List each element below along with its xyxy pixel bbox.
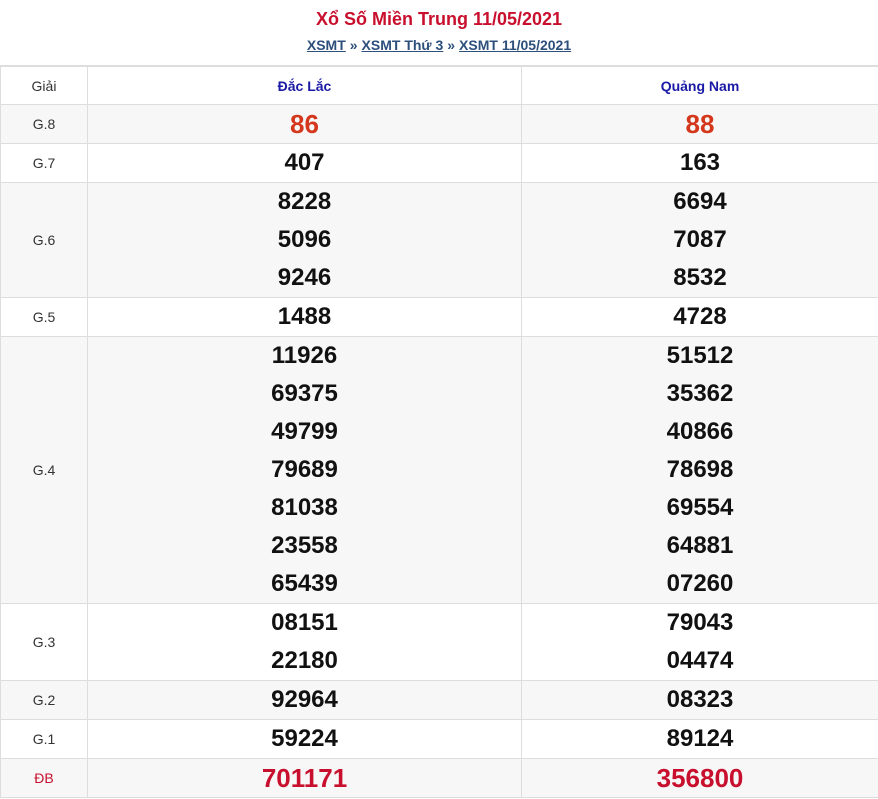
winning-number: 701171 (261, 763, 348, 793)
winning-number: 65439 (271, 570, 338, 597)
winning-number: 79043 (666, 609, 734, 636)
prize-label: G.6 (0, 182, 88, 298)
winning-number: 356800 (656, 763, 744, 793)
breadcrumb-separator: » (349, 37, 358, 53)
quang-nam-numbers: 6694 7087 8532 (521, 182, 878, 298)
prize-label: G.2 (0, 680, 88, 720)
dac-lac-numbers: 59224 (87, 719, 522, 759)
winning-number: 08151 (271, 609, 338, 636)
winning-number: 5096 (277, 226, 332, 253)
quang-nam-numbers: 51512 35362 40866 78698 69554 64881 07260 (521, 336, 878, 604)
results-page: Xổ Số Miền Trung 11/05/2021 XSMT» XSMT Th… (0, 0, 878, 799)
quang-nam-numbers: 08323 (521, 680, 878, 720)
winning-number: 79689 (271, 456, 338, 483)
table-row: G.2 92964 08323 (0, 680, 878, 720)
winning-number: 1488 (277, 303, 332, 330)
winning-number: 163 (679, 149, 721, 176)
winning-number: 22180 (271, 647, 338, 674)
page-title: Xổ Số Miền Trung 11/05/2021 (315, 9, 563, 29)
breadcrumb-link-xsmt-thu3[interactable]: XSMT Thứ 3 (362, 37, 444, 53)
winning-number: 40866 (666, 418, 734, 445)
quang-nam-numbers: 356800 (521, 758, 878, 798)
winning-number: 69375 (271, 380, 338, 407)
quang-nam-numbers: 163 (521, 143, 878, 183)
breadcrumb-link-xsmt-date[interactable]: XSMT 11/05/2021 (459, 37, 571, 53)
winning-number: 407 (284, 149, 325, 176)
prize-label: G.3 (0, 603, 88, 681)
quang-nam-numbers: 4728 (521, 297, 878, 337)
breadcrumb-link-xsmt[interactable]: XSMT (307, 37, 346, 53)
winning-number: 69554 (666, 494, 734, 521)
column-header-prize: Giải (0, 66, 88, 105)
breadcrumb-separator: » (447, 37, 456, 53)
winning-number: 64881 (666, 532, 734, 559)
prize-label: G.8 (0, 104, 88, 144)
quang-nam-numbers: 79043 04474 (521, 603, 878, 681)
table-row: G.4 11926 69375 49799 79689 81038 23558 65439 51… (0, 336, 878, 604)
winning-number: 6694 (673, 188, 727, 215)
table-row: G.6 8228 5096 9246 6694 7087 8532 (0, 182, 878, 298)
results-body: G.8 86 88 G.7 407 163 G.6 8228 5096 9246 6694 7087 8… (0, 104, 878, 798)
winning-number: 51512 (666, 342, 734, 369)
table-row: G.8 86 88 (0, 104, 878, 144)
winning-number: 49799 (271, 418, 338, 445)
winning-number: 08323 (666, 686, 734, 713)
table-header-row: Giải Đắc Lắc Quảng Nam (0, 66, 878, 105)
results-table: Giải Đắc Lắc Quảng Nam G.8 86 88 G.7 407 163 G… (0, 66, 878, 798)
quang-nam-numbers: 88 (521, 104, 878, 144)
quang-nam-numbers: 89124 (521, 719, 878, 759)
winning-number: 92964 (271, 686, 338, 713)
table-row: G.1 59224 89124 (0, 719, 878, 759)
winning-number: 07260 (666, 570, 734, 597)
table-row: G.7 407 163 (0, 143, 878, 183)
winning-number: 59224 (271, 725, 338, 752)
winning-number: 8228 (277, 188, 332, 215)
dac-lac-numbers: 407 (87, 143, 522, 183)
column-header-quang-nam[interactable]: Quảng Nam (521, 66, 878, 105)
winning-number: 89124 (666, 725, 734, 752)
table-row: G.3 08151 22180 79043 04474 (0, 603, 878, 681)
breadcrumb: XSMT» XSMT Thứ 3» XSMT 11/05/2021 (0, 36, 878, 54)
winning-number: 78698 (666, 456, 734, 483)
dac-lac-numbers: 8228 5096 9246 (87, 182, 522, 298)
winning-number: 7087 (673, 226, 727, 253)
results-header: Xổ Số Miền Trung 11/05/2021 XSMT» XSMT Th… (0, 0, 878, 66)
dac-lac-numbers: 92964 (87, 680, 522, 720)
table-row: ĐB 701171 356800 (0, 758, 878, 798)
prize-label: ĐB (0, 758, 88, 798)
winning-number: 4728 (673, 303, 727, 330)
dac-lac-numbers: 11926 69375 49799 79689 81038 23558 65439 (87, 336, 522, 604)
winning-number: 9246 (277, 264, 332, 291)
winning-number: 88 (685, 109, 715, 139)
winning-number: 04474 (666, 647, 734, 674)
prize-label: G.7 (0, 143, 88, 183)
winning-number: 8532 (673, 264, 727, 291)
winning-number: 86 (290, 109, 319, 139)
prize-label: G.4 (0, 336, 88, 604)
winning-number: 11926 (271, 342, 338, 369)
dac-lac-numbers: 86 (87, 104, 522, 144)
dac-lac-numbers: 1488 (87, 297, 522, 337)
prize-label: G.5 (0, 297, 88, 337)
column-header-dac-lac[interactable]: Đắc Lắc (87, 66, 522, 105)
winning-number: 81038 (271, 494, 338, 521)
dac-lac-numbers: 08151 22180 (87, 603, 522, 681)
dac-lac-numbers: 701171 (87, 758, 522, 798)
prize-label: G.1 (0, 719, 88, 759)
winning-number: 23558 (271, 532, 338, 559)
winning-number: 35362 (666, 380, 734, 407)
table-row: G.5 1488 4728 (0, 297, 878, 337)
